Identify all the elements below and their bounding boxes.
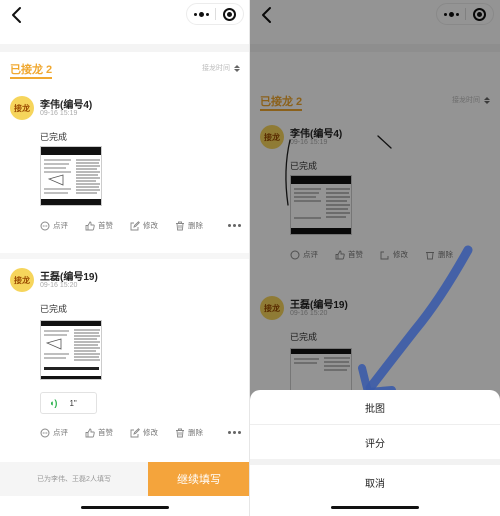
- home-indicator: [331, 506, 419, 509]
- trash-icon: [176, 221, 184, 230]
- continue-button[interactable]: 继续填写: [148, 462, 250, 496]
- thumbs-up-icon: [85, 428, 95, 437]
- like-button[interactable]: 首赞: [85, 220, 113, 231]
- delete-label: 删除: [188, 221, 203, 230]
- attachment-thumbnail[interactable]: [40, 146, 102, 206]
- sort-arrows-icon: [234, 64, 240, 72]
- avatar: 接龙: [10, 96, 34, 120]
- left-screen: 已接龙 2 接龙时间 接龙 李伟(编号4) 09-16 15:19 已完成 点评…: [0, 0, 250, 516]
- more-actions-button[interactable]: [228, 224, 241, 227]
- mini-program-capsule: [186, 3, 244, 25]
- edit-icon: [130, 220, 140, 230]
- attachment-thumbnail[interactable]: [40, 320, 102, 380]
- section-header: 已接龙 2 接龙时间: [0, 56, 250, 80]
- cancel-option[interactable]: 取消: [250, 465, 500, 499]
- comment-label: 点评: [53, 428, 68, 437]
- comment-button[interactable]: 点评: [40, 220, 68, 231]
- screenshot-composite: 已接龙 2 接龙时间 接龙 李伟(编号4) 09-16 15:19 已完成 点评…: [0, 0, 500, 516]
- voice-wave-icon: ◖): [49, 398, 58, 408]
- nav-header: [0, 0, 250, 44]
- edit-label: 修改: [143, 428, 158, 437]
- document-image: [41, 147, 101, 205]
- delete-label: 删除: [188, 428, 203, 437]
- entry-time: 09-16 15:20: [40, 282, 78, 289]
- edit-icon: [130, 427, 140, 437]
- list-item: 接龙 李伟(编号4) 09-16 15:19 已完成 点评 首赞 修改 删除: [0, 96, 250, 241]
- delete-button[interactable]: 删除: [175, 427, 203, 438]
- back-button[interactable]: [10, 6, 26, 24]
- trash-icon: [176, 428, 184, 437]
- edit-button[interactable]: 修改: [130, 220, 158, 231]
- sort-label: 接龙时间: [202, 65, 230, 72]
- right-screen: 已接龙 2 接龙时间 接龙 李伟(编号4) 09-16 15:19 已完成 点评…: [250, 0, 500, 516]
- edit-button[interactable]: 修改: [130, 427, 158, 438]
- close-button[interactable]: [216, 4, 243, 24]
- list-item: 接龙 王磊(编号19) 09-16 15:20 已完成: [0, 268, 250, 448]
- document-image: [41, 321, 101, 379]
- target-icon: [222, 7, 236, 21]
- comment-label: 点评: [53, 221, 68, 230]
- home-indicator: [81, 506, 169, 509]
- edit-label: 修改: [143, 221, 158, 230]
- header-gap: [0, 44, 250, 52]
- comment-icon: [40, 221, 50, 230]
- comment-button[interactable]: 点评: [40, 427, 68, 438]
- filled-note: 已为李伟、王磊2人填写: [0, 462, 148, 496]
- entry-actions: 点评 首赞 修改 删除: [0, 427, 250, 441]
- comment-icon: [40, 428, 50, 437]
- entry-name: 李伟(编号4): [40, 100, 93, 111]
- section-title-underline: [10, 77, 52, 79]
- annotate-image-option[interactable]: 批图: [250, 390, 500, 424]
- voice-length: 1": [69, 398, 77, 408]
- entry-divider: [0, 253, 250, 259]
- avatar: 接龙: [10, 268, 34, 292]
- entry-status: 已完成: [40, 304, 68, 314]
- entry-name: 王磊(编号19): [40, 272, 98, 283]
- like-label: 首赞: [98, 221, 113, 230]
- sort-control[interactable]: 接龙时间: [202, 63, 240, 73]
- bottom-bar: 已为李伟、王磊2人填写 继续填写: [0, 462, 250, 496]
- entry-time: 09-16 15:19: [40, 110, 78, 117]
- section-title[interactable]: 已接龙 2: [10, 61, 52, 77]
- more-dots-icon: [193, 11, 209, 17]
- entry-actions: 点评 首赞 修改 删除: [0, 220, 250, 234]
- voice-message[interactable]: ◖) 1": [40, 392, 97, 414]
- chevron-left-icon: [12, 7, 21, 23]
- more-button[interactable]: [187, 4, 215, 24]
- like-button[interactable]: 首赞: [85, 427, 113, 438]
- score-option[interactable]: 评分: [250, 425, 500, 459]
- entry-status: 已完成: [40, 132, 68, 142]
- action-sheet: 批图 评分 取消: [250, 390, 500, 516]
- delete-button[interactable]: 删除: [175, 220, 203, 231]
- thumbs-up-icon: [85, 221, 95, 230]
- more-actions-button[interactable]: [228, 431, 241, 434]
- like-label: 首赞: [98, 428, 113, 437]
